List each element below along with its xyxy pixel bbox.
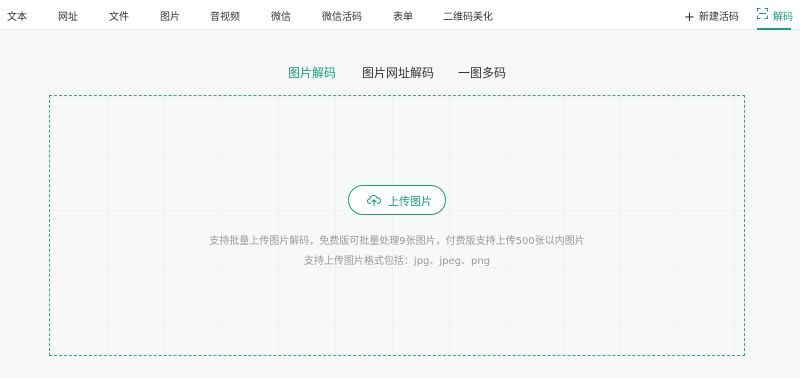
nav-item-url[interactable]: 网址 (58, 8, 78, 23)
nav-item-wechat[interactable]: 微信 (271, 8, 291, 23)
nav-item-audio-video[interactable]: 音视频 (210, 8, 240, 23)
upload-image-label: 上传图片 (388, 195, 432, 208)
tab-image-decode[interactable]: 图片解码 (288, 64, 336, 81)
nav-item-wechat-live-code[interactable]: 微信活码 (322, 8, 362, 23)
tab-multi-code-image[interactable]: 一图多码 (458, 64, 506, 81)
new-live-code-label: 新建活码 (698, 12, 739, 23)
nav-item-image[interactable]: 图片 (160, 8, 180, 23)
nav-item-form[interactable]: 表单 (393, 8, 413, 23)
nav-item-qr-beautify[interactable]: 二维码美化 (443, 8, 493, 23)
nav-item-decode-label: 解码 (773, 12, 793, 23)
plus-icon: + (684, 10, 695, 25)
upload-hint-formats: 支持上传图片格式包括：jpg、jpeg、png (303, 256, 491, 267)
upload-image-button[interactable]: 上传图片 (348, 185, 446, 215)
nav-item-decode[interactable]: 解码 (757, 0, 793, 30)
new-live-code-button[interactable]: + 新建活码 (684, 8, 739, 25)
nav-item-text[interactable]: 文本 (7, 8, 27, 23)
cloud-upload-icon (367, 194, 381, 206)
nav-item-file[interactable]: 文件 (109, 8, 129, 23)
upload-hint-batch: 支持批量上传图片解码，免费版可批量处理9张图片，付费版支持上传500张以内图片 (209, 236, 585, 247)
top-nav-bar: 文本 网址 文件 图片 音视频 微信 微信活码 表单 二维码美化 + 新建活码 解… (0, 0, 800, 30)
decode-mode-tabs: 图片解码 图片网址解码 一图多码 (0, 64, 800, 84)
upload-drop-zone[interactable]: 上传图片 支持批量上传图片解码，免费版可批量处理9张图片，付费版支持上传500张… (49, 95, 745, 356)
scan-icon (757, 8, 768, 19)
tab-image-url-decode[interactable]: 图片网址解码 (362, 64, 434, 81)
